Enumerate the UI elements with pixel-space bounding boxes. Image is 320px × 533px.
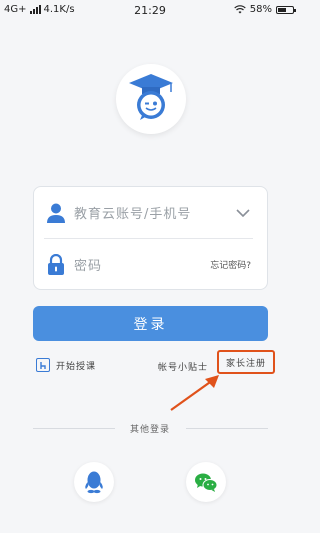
password-input[interactable]: 密码 [74,255,210,274]
start-class-icon [36,358,50,372]
login-button[interactable]: 登录 [33,306,268,341]
login-card: 教育云账号/手机号 密码 忘记密码? [33,186,268,290]
forgot-password-link[interactable]: 忘记密码? [210,258,251,271]
parent-register-link[interactable]: 家长注册 [217,350,275,374]
qq-icon [85,471,103,494]
status-right: 58% [234,4,296,15]
account-input[interactable]: 教育云账号/手机号 [74,203,233,222]
graduation-cap-logo-icon [129,74,173,120]
lock-icon [48,253,64,275]
start-class-label: 开始授课 [56,361,97,372]
qq-login-button[interactable] [74,462,114,502]
user-icon [47,203,65,223]
wechat-login-button[interactable] [186,462,226,502]
app-logo [116,64,186,134]
wifi-icon [234,5,246,14]
start-class-link[interactable]: 开始授课 [36,358,96,372]
other-login-label: 其他登录 [129,425,170,435]
chevron-down-icon[interactable] [233,208,253,217]
annotation-arrow-icon [170,375,219,411]
password-field[interactable]: 密码 忘记密码? [34,239,267,290]
parent-register-label: 家长注册 [225,358,266,369]
battery-icon [276,5,296,14]
wechat-icon [195,473,218,492]
account-field[interactable]: 教育云账号/手机号 [34,187,267,238]
status-bar: 4G+ 4.1K/s 21:29 58% [0,0,300,22]
battery-percent: 58% [249,4,272,15]
